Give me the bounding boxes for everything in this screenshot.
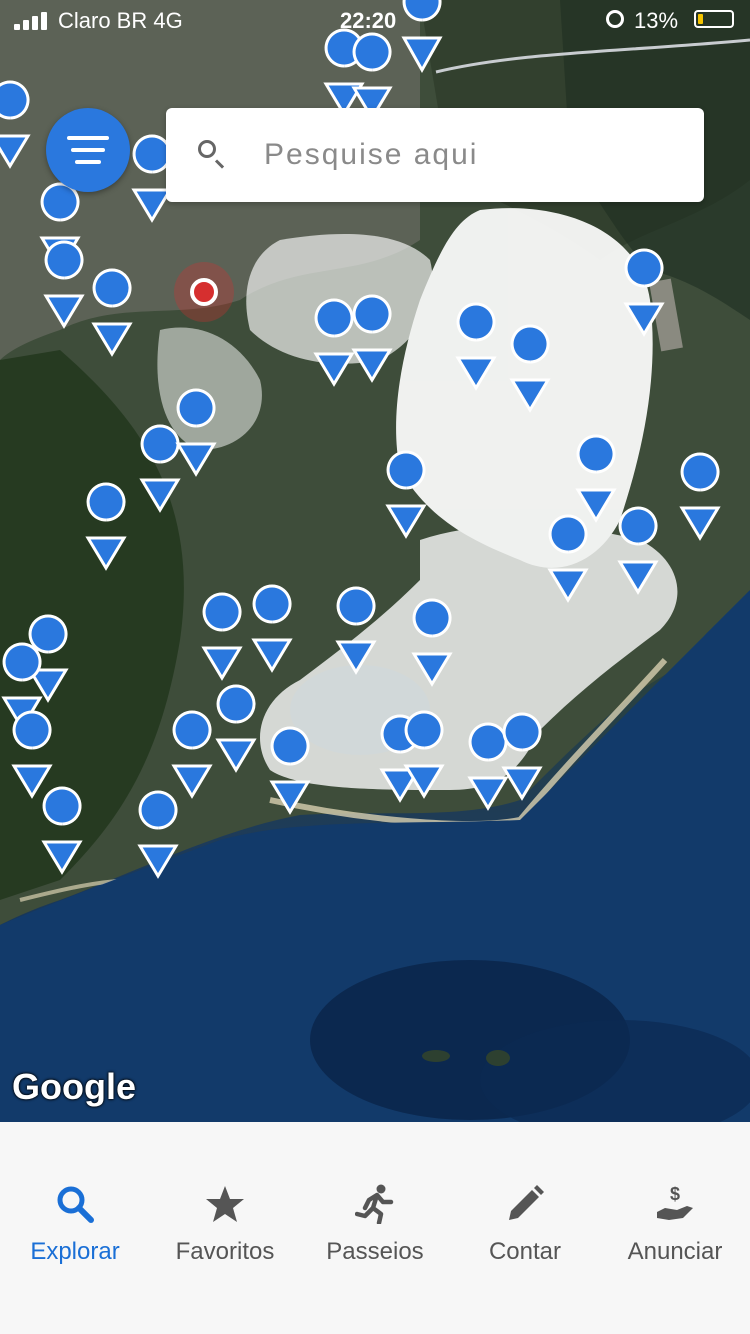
alarm-icon [606,10,624,28]
clock: 22:20 [340,8,397,33]
star-icon [206,1186,244,1222]
pencil-icon [509,1185,544,1220]
tab-label: Passeios [326,1238,424,1265]
tab-label: Favoritos [175,1238,275,1265]
menu-icon-line-3 [75,160,101,164]
menu-icon-line-2 [71,148,105,152]
tab-contar[interactable]: Contar [450,1184,600,1284]
battery-percent: 13% [634,8,679,33]
search-input[interactable] [262,126,686,184]
signal-icon [14,12,50,30]
tab-label: Explorar [30,1238,120,1265]
bottom-navigation: Explorar Favoritos Passeios Contar $ Anu… [0,1122,750,1334]
tab-anunciar[interactable]: $ Anunciar [600,1184,750,1284]
google-attribution-logo: Google [12,1066,136,1107]
battery-icon [694,10,734,28]
menu-button[interactable] [46,108,130,192]
search-icon [198,140,216,158]
search-bar[interactable] [166,108,704,202]
status-bar: Claro BR 4G 22:20 13% [0,0,750,40]
tab-passeios[interactable]: Passeios [300,1184,450,1284]
tab-label: Anunciar [627,1238,723,1265]
tab-explorar[interactable]: Explorar [0,1184,150,1284]
menu-icon [67,136,109,140]
hand-dollar-icon: $ [657,1184,693,1220]
tab-favoritos[interactable]: Favoritos [150,1184,300,1284]
svg-text:$: $ [670,1184,680,1204]
carrier-label: Claro BR 4G [58,8,183,33]
search-icon [57,1186,94,1223]
tab-label: Contar [488,1238,562,1265]
running-icon [355,1184,394,1224]
